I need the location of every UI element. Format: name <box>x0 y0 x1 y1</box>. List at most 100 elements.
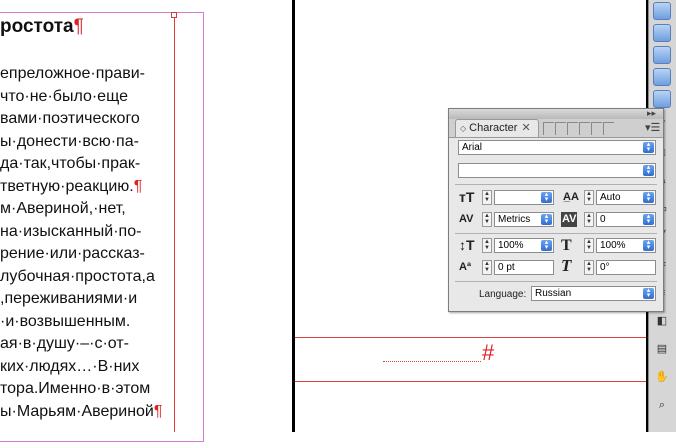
note-tool-icon[interactable]: ▤ <box>655 342 669 356</box>
document-heading[interactable]: ростота¶ <box>0 14 84 40</box>
document-line[interactable]: ы·Марьям·Авериной¶ <box>0 401 172 423</box>
document-line[interactable]: что·не·было·еще <box>0 86 172 108</box>
document-line-text: вами·поэтического <box>0 110 140 127</box>
baseline-shift-icon: Aª <box>459 261 472 273</box>
leading-icon: A̲A <box>563 191 579 203</box>
close-icon[interactable]: ✕ <box>521 122 530 134</box>
tab-placeholder[interactable] <box>555 122 566 135</box>
margin-guide-top[interactable] <box>295 337 646 338</box>
document-line-text: ы·Марьям·Авериной <box>0 402 154 420</box>
vertical-scale-value: 100% <box>498 240 524 251</box>
baseline-shift-value: 0 pt <box>498 262 515 273</box>
font-style-select[interactable]: ▴ ▾ <box>458 163 656 178</box>
document-line[interactable]: ·и·возвышенным. <box>0 311 172 333</box>
skew-field[interactable]: 0° <box>596 260 656 275</box>
tool-button[interactable] <box>653 46 671 64</box>
document-line[interactable]: ы·донести·всю·па- <box>0 131 172 153</box>
tab-placeholder[interactable] <box>579 122 590 135</box>
language-value: Russian <box>535 288 572 299</box>
leading-value: Auto <box>600 192 621 203</box>
margin-guide-bottom[interactable] <box>295 381 646 382</box>
document-line[interactable]: лубочная·простота,а <box>0 266 172 288</box>
divider <box>455 184 657 185</box>
font-size-icon: ᴛT <box>459 189 475 205</box>
vertical-scale-stepper[interactable]: ▲ ▼ <box>482 238 492 253</box>
document-line[interactable]: тветную·реакцию.¶ <box>0 176 172 198</box>
character-panel[interactable]: ▸▸ ◇ Character ✕ ▾☰ Arial ▴ ▾ ▴ ▾ ᴛT ▲ ▼ ▴ ▾ A… <box>448 108 664 312</box>
document-line[interactable]: на·изысканный·по- <box>0 221 172 243</box>
horizontal-scale-icon: T <box>561 237 572 254</box>
document-line[interactable]: ая·в·душу·–·с·от- <box>0 333 172 355</box>
document-line-text: ких·людях…·В·них <box>0 357 140 375</box>
empty-paragraph-leader <box>383 342 481 362</box>
document-line-text: на·изысканный·по- <box>0 222 142 240</box>
zoom-tool-icon[interactable]: ⌕ <box>655 398 669 412</box>
tracking-field[interactable]: 0 ▴ ▾ <box>596 212 656 227</box>
panel-menu-icon[interactable]: ▾☰ <box>645 121 660 134</box>
tab-placeholder[interactable] <box>567 122 578 135</box>
document-line[interactable]: ,переживаниями·и <box>0 288 172 310</box>
collapse-panel-icon[interactable]: ▸▸ <box>647 108 656 119</box>
vertical-scale-icon: ↕T <box>459 237 475 253</box>
font-size-stepper[interactable]: ▲ ▼ <box>482 190 492 205</box>
tab-arrows-icon: ◇ <box>460 124 467 133</box>
chevron-updown-icon: ▴ ▾ <box>643 287 654 299</box>
baseline-shift-field[interactable]: 0 pt <box>494 260 554 275</box>
kerning-value: Metrics <box>498 214 531 225</box>
font-family-value: Arial <box>462 142 483 153</box>
leading-field[interactable]: Auto ▴ ▾ <box>596 190 656 205</box>
tab-placeholder[interactable] <box>603 122 614 135</box>
divider <box>455 281 657 282</box>
tool-button[interactable] <box>653 2 671 20</box>
document-line-text: ·и·возвышенным. <box>0 312 131 330</box>
skew-stepper[interactable]: ▲ ▼ <box>584 260 594 275</box>
tab-character[interactable]: ◇ Character ✕ <box>455 119 539 137</box>
document-line[interactable]: епреложное·прави- <box>0 63 172 85</box>
skew-icon: T <box>561 256 572 275</box>
document-line[interactable]: ких·людях…·В·них <box>0 356 172 378</box>
chevron-down-icon: ▴ ▾ <box>643 191 654 203</box>
chevron-down-icon: ▴ ▾ <box>541 213 552 225</box>
document-line[interactable]: да·так,чтобы·прак- <box>0 153 172 175</box>
tracking-stepper[interactable]: ▲ ▼ <box>584 212 594 227</box>
divider <box>455 233 657 234</box>
kerning-icon: AV <box>459 213 474 225</box>
tracking-value: 0 <box>600 214 606 225</box>
tool-button[interactable] <box>653 68 671 86</box>
kerning-stepper[interactable]: ▲ ▼ <box>482 212 492 227</box>
kerning-field[interactable]: Metrics ▴ ▾ <box>494 212 554 227</box>
pilcrow-mark: ¶ <box>153 402 163 420</box>
horizontal-scale-field[interactable]: 100% ▴ ▾ <box>596 238 656 253</box>
pilcrow-mark: ¶ <box>73 16 84 37</box>
hand-tool-icon[interactable]: ✋ <box>655 370 669 384</box>
horizontal-scale-stepper[interactable]: ▲ ▼ <box>584 238 594 253</box>
font-family-select[interactable]: Arial ▴ ▾ <box>458 140 656 155</box>
tool-button[interactable] <box>653 24 671 42</box>
document-line-text: епреложное·прави- <box>0 65 145 82</box>
chevron-updown-icon: ▴ ▾ <box>643 164 654 176</box>
language-label: Language: <box>479 289 527 300</box>
vertical-scale-field[interactable]: 100% ▴ ▾ <box>494 238 554 253</box>
language-select[interactable]: Russian ▴ ▾ <box>531 286 656 301</box>
document-line-text: рение·или·рассказ- <box>0 245 145 262</box>
tab-placeholder[interactable] <box>591 122 602 135</box>
document-line[interactable]: м·Авериной,·нет, <box>0 198 172 220</box>
leading-stepper[interactable]: ▲ ▼ <box>584 190 594 205</box>
tool-button[interactable] <box>653 90 671 108</box>
tab-placeholder[interactable] <box>543 122 554 135</box>
baseline-shift-stepper[interactable]: ▲ ▼ <box>482 260 492 275</box>
document-line-text: что·не·было·еще <box>0 87 128 105</box>
document-line-text: тветную·реакцию. <box>0 177 134 195</box>
chevron-down-icon: ▴ ▾ <box>541 239 552 251</box>
document-line[interactable]: рение·или·рассказ- <box>0 243 172 265</box>
font-size-field[interactable]: ▴ ▾ <box>494 190 554 205</box>
frame-resize-handle[interactable] <box>171 12 177 18</box>
document-line-text: тора.Именно·в·этом <box>0 380 151 397</box>
skew-value: 0° <box>600 262 610 273</box>
document-line[interactable]: тора.Именно·в·этом <box>0 378 172 400</box>
gradient-tool-icon[interactable]: ◧ <box>655 314 669 328</box>
document-line[interactable]: вами·поэтического <box>0 108 172 130</box>
column-guide <box>174 14 175 432</box>
document-line-text: м·Авериной,·нет, <box>0 200 126 217</box>
chevron-down-icon: ▴ ▾ <box>643 239 654 251</box>
